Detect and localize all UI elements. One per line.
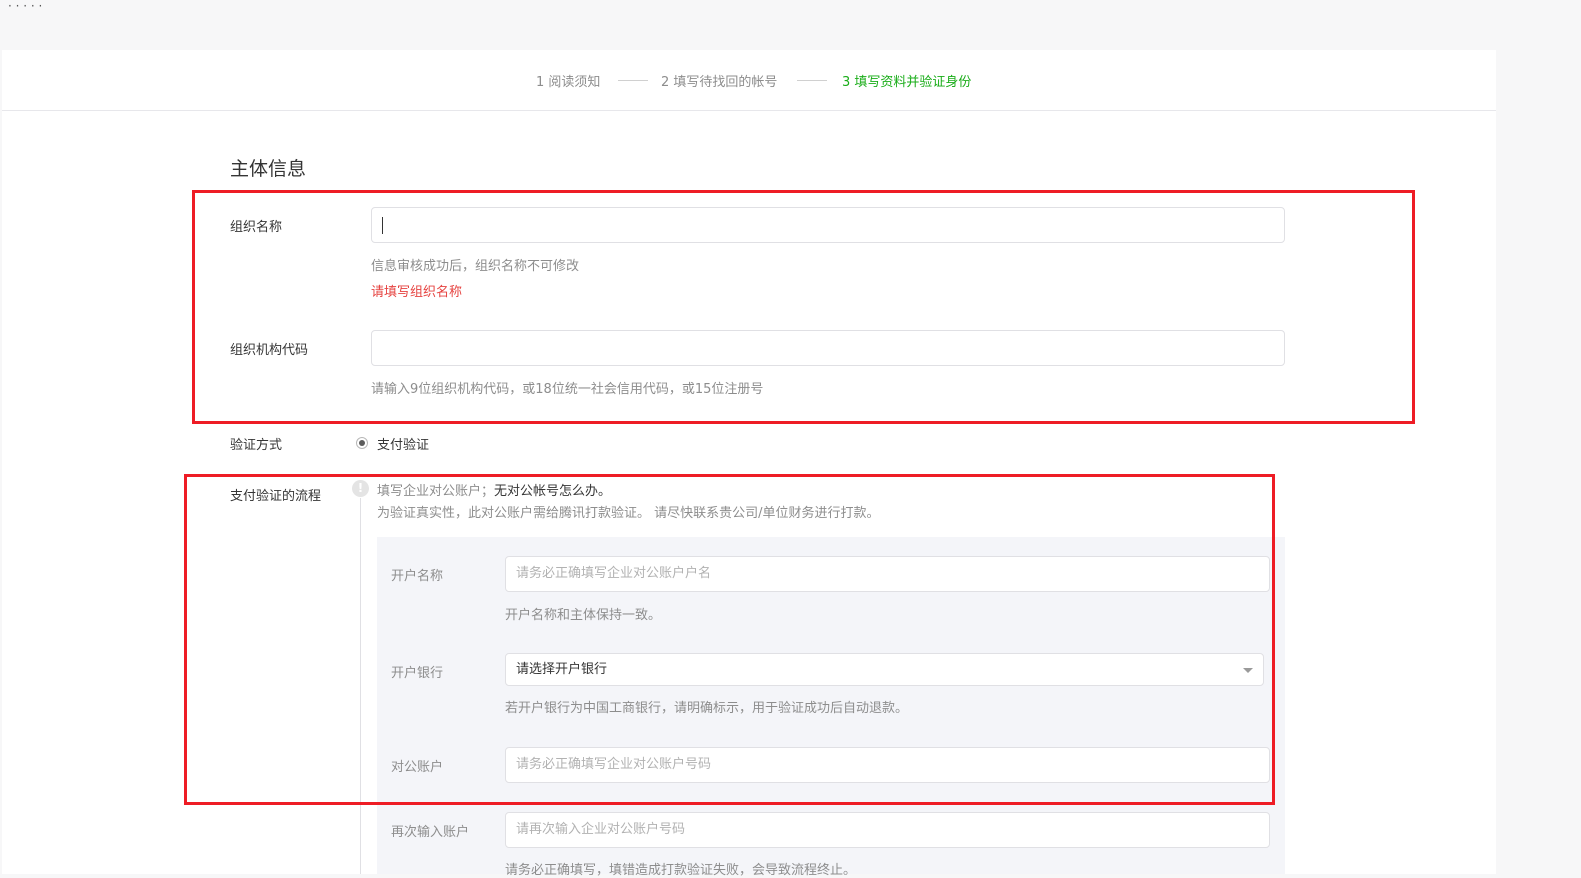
verify-method-label: 验证方式 xyxy=(230,438,283,453)
top-bar: · · · · · xyxy=(0,0,1496,50)
step-divider xyxy=(797,80,827,81)
pay-verify-option[interactable]: 支付验证 xyxy=(377,434,429,453)
step-indicator: 1 阅读须知 2 填写待找回的帐号 3 填写资料并验证身份 xyxy=(2,50,1496,111)
step-divider xyxy=(618,80,648,81)
step-2: 2 填写待找回的帐号 xyxy=(661,75,778,90)
breadcrumb: · · · · · xyxy=(8,0,43,13)
account-repeat-tip: 请务必正确填写，填错造成打款验证失败，会导致流程终止。 xyxy=(505,863,857,878)
step-1: 1 阅读须知 xyxy=(536,75,601,90)
account-repeat-input[interactable]: 请再次输入企业对公账户号码 xyxy=(505,812,1270,848)
account-repeat-label: 再次输入账户 xyxy=(391,825,470,840)
step-3: 3 填写资料并验证身份 xyxy=(842,75,972,90)
pay-verify-radio[interactable] xyxy=(356,437,368,449)
highlight-box-org-info xyxy=(192,190,1415,424)
highlight-box-payment-flow xyxy=(184,474,1275,805)
section-title: 主体信息 xyxy=(230,158,307,180)
radio-dot xyxy=(359,440,365,446)
